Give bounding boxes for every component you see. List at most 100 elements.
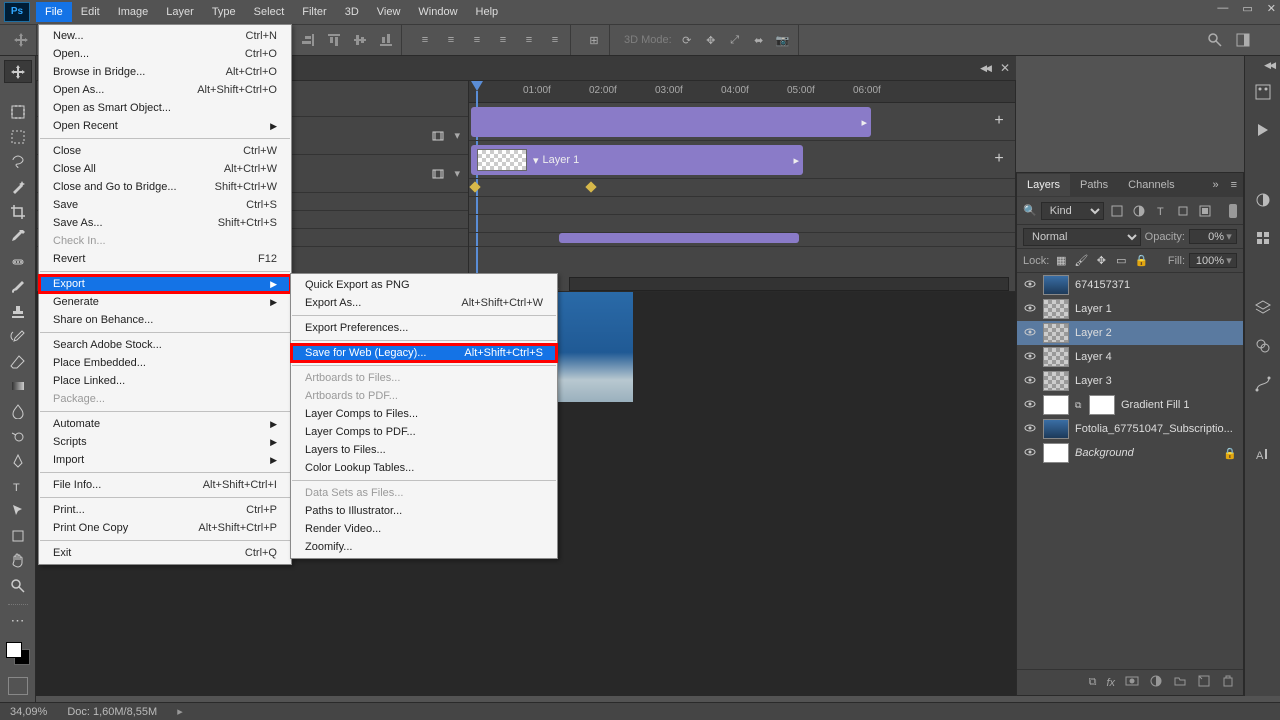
menu-item[interactable]: Export Preferences... [291, 319, 557, 337]
menu-item[interactable]: Print...Ctrl+P [39, 501, 291, 519]
filter-type-icon[interactable]: T [1152, 202, 1170, 220]
menu-3d[interactable]: 3D [336, 2, 368, 22]
layer-row[interactable]: Layer 2 [1017, 321, 1243, 345]
close-panel-icon[interactable]: ✕ [1000, 61, 1010, 75]
dist-bottom-icon[interactable]: ≡ [468, 31, 486, 49]
panel-menu-icon[interactable]: ≡ [1225, 179, 1243, 191]
hand-tool[interactable] [4, 550, 32, 573]
add-media-icon[interactable]: + [989, 149, 1009, 169]
filter-toggle[interactable] [1229, 204, 1237, 218]
menu-item[interactable]: Export▶ [39, 275, 291, 293]
move-tool-preset-icon[interactable] [12, 31, 30, 49]
menu-item[interactable]: Export As...Alt+Shift+Ctrl+W [291, 294, 557, 312]
blur-tool[interactable] [4, 400, 32, 423]
menu-type[interactable]: Type [203, 2, 245, 22]
lock-all-icon[interactable]: 🔒 [1133, 253, 1149, 269]
mask-icon[interactable] [1125, 674, 1139, 691]
lock-image-icon[interactable]: 🖌 [1073, 253, 1089, 269]
tab-paths[interactable]: Paths [1070, 174, 1118, 196]
track-film-icon[interactable] [428, 126, 448, 146]
menu-item[interactable]: Import▶ [39, 451, 291, 469]
filter-adjust-icon[interactable] [1130, 202, 1148, 220]
actions-panel-icon[interactable] [1251, 118, 1275, 142]
menu-filter[interactable]: Filter [293, 2, 335, 22]
expand-icon[interactable]: ◀◀ [1264, 60, 1274, 71]
visibility-icon[interactable] [1023, 302, 1037, 317]
filter-shape-icon[interactable] [1174, 202, 1192, 220]
dist-hcenter-icon[interactable]: ≡ [520, 31, 538, 49]
history-brush-tool[interactable] [4, 325, 32, 348]
close-icon[interactable]: ✕ [1267, 2, 1276, 15]
layer-row[interactable]: Layer 1 [1017, 297, 1243, 321]
lock-pos-icon[interactable]: ✥ [1093, 253, 1109, 269]
opacity-input[interactable]: ▾ [1189, 229, 1237, 244]
lasso-tool[interactable] [4, 150, 32, 173]
menu-item[interactable]: SaveCtrl+S [39, 196, 291, 214]
blend-mode-select[interactable]: Normal [1023, 228, 1141, 246]
menu-item[interactable]: Search Adobe Stock... [39, 336, 291, 354]
menu-item[interactable]: Render Video... [291, 520, 557, 538]
delete-icon[interactable] [1221, 674, 1235, 691]
wand-tool[interactable] [4, 175, 32, 198]
zoom-tool[interactable] [4, 575, 32, 598]
layer-row[interactable]: Background🔒 [1017, 441, 1243, 465]
track-dropdown-icon[interactable]: ▾ [454, 167, 460, 180]
menu-item[interactable]: Open Recent▶ [39, 117, 291, 135]
dodge-tool[interactable] [4, 425, 32, 448]
fill-input[interactable]: ▾ [1189, 253, 1237, 268]
menu-view[interactable]: View [368, 2, 410, 22]
menu-help[interactable]: Help [467, 2, 508, 22]
visibility-icon[interactable] [1023, 350, 1037, 365]
menu-layer[interactable]: Layer [157, 2, 203, 22]
color-swatches[interactable] [6, 642, 30, 665]
dist-top-icon[interactable]: ≡ [416, 31, 434, 49]
status-menu-icon[interactable]: ▸ [177, 705, 183, 718]
audio-clip[interactable] [559, 233, 799, 243]
artboard-tool[interactable] [4, 101, 32, 124]
link-layers-icon[interactable]: ⧉ [1089, 676, 1097, 689]
menu-item[interactable]: Scripts▶ [39, 433, 291, 451]
visibility-icon[interactable] [1023, 278, 1037, 293]
layer-row[interactable]: Layer 4 [1017, 345, 1243, 369]
menu-item[interactable]: Save for Web (Legacy)...Alt+Shift+Ctrl+S [291, 344, 557, 362]
menu-image[interactable]: Image [109, 2, 158, 22]
menu-item[interactable]: Open as Smart Object... [39, 99, 291, 117]
add-media-icon[interactable]: + [989, 111, 1009, 131]
adjustment-icon[interactable] [1149, 674, 1163, 691]
visibility-icon[interactable] [1023, 326, 1037, 341]
pan-icon[interactable]: ✥ [702, 31, 720, 49]
menu-item[interactable]: Automate▶ [39, 415, 291, 433]
edit-toolbar[interactable]: ⋯ [4, 609, 32, 632]
dolly-icon[interactable]: ⤢ [726, 31, 744, 49]
minimize-icon[interactable]: — [1217, 2, 1228, 15]
collapse-icon[interactable]: ◀◀ [980, 63, 990, 74]
align-top-icon[interactable] [325, 31, 343, 49]
menu-item[interactable]: Place Embedded... [39, 354, 291, 372]
lock-trans-icon[interactable]: ▦ [1053, 253, 1069, 269]
type-tool[interactable]: T [4, 475, 32, 498]
video-clip-layer1[interactable]: ▾Layer 1 ▸ [471, 145, 803, 175]
menu-item[interactable]: Paths to Illustrator... [291, 502, 557, 520]
stamp-tool[interactable] [4, 300, 32, 323]
orbit-icon[interactable]: ⟳ [678, 31, 696, 49]
layers-panel-icon[interactable] [1251, 296, 1275, 320]
new-layer-icon[interactable] [1197, 674, 1211, 691]
zoom-level[interactable]: 34,09% [10, 706, 47, 718]
properties-panel-icon[interactable] [1251, 80, 1275, 104]
tab-layers[interactable]: Layers [1017, 174, 1070, 196]
layer-row[interactable]: 674157371 [1017, 273, 1243, 297]
gradient-tool[interactable] [4, 375, 32, 398]
styles-panel-icon[interactable] [1251, 226, 1275, 250]
group-icon[interactable] [1173, 674, 1187, 691]
menu-item[interactable]: Share on Behance... [39, 311, 291, 329]
camera-icon[interactable]: 📷 [774, 31, 792, 49]
align-vcenter-icon[interactable] [351, 31, 369, 49]
eraser-tool[interactable] [4, 350, 32, 373]
align-bottom-icon[interactable] [377, 31, 395, 49]
paths-panel-icon[interactable] [1251, 372, 1275, 396]
menu-item[interactable]: Color Lookup Tables... [291, 459, 557, 477]
playhead[interactable] [471, 81, 483, 91]
dist-left-icon[interactable]: ≡ [494, 31, 512, 49]
menu-window[interactable]: Window [409, 2, 466, 22]
menu-item[interactable]: Layer Comps to Files... [291, 405, 557, 423]
